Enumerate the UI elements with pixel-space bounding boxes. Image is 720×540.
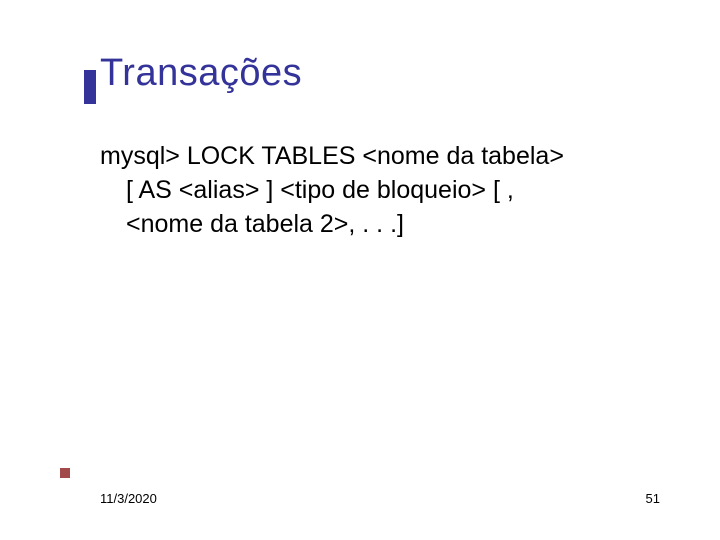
footer-date: 11/3/2020 [100,491,157,506]
body-line-2: [ AS <alias> ] <tipo de bloqueio> [ , [100,174,640,208]
body-line-3: <nome da tabela 2>, . . .] [100,208,640,242]
title-accent-bar [84,70,96,104]
slide: Transações mysql> LOCK TABLES <nome da t… [0,0,720,540]
slide-title: Transações [100,52,302,94]
body-line-1: mysql> LOCK TABLES <nome da tabela> [100,140,640,174]
footer-page-number: 51 [646,491,660,506]
corner-accent [60,468,70,478]
title-block: Transações [100,52,302,95]
body-text: mysql> LOCK TABLES <nome da tabela> [ AS… [100,140,640,241]
